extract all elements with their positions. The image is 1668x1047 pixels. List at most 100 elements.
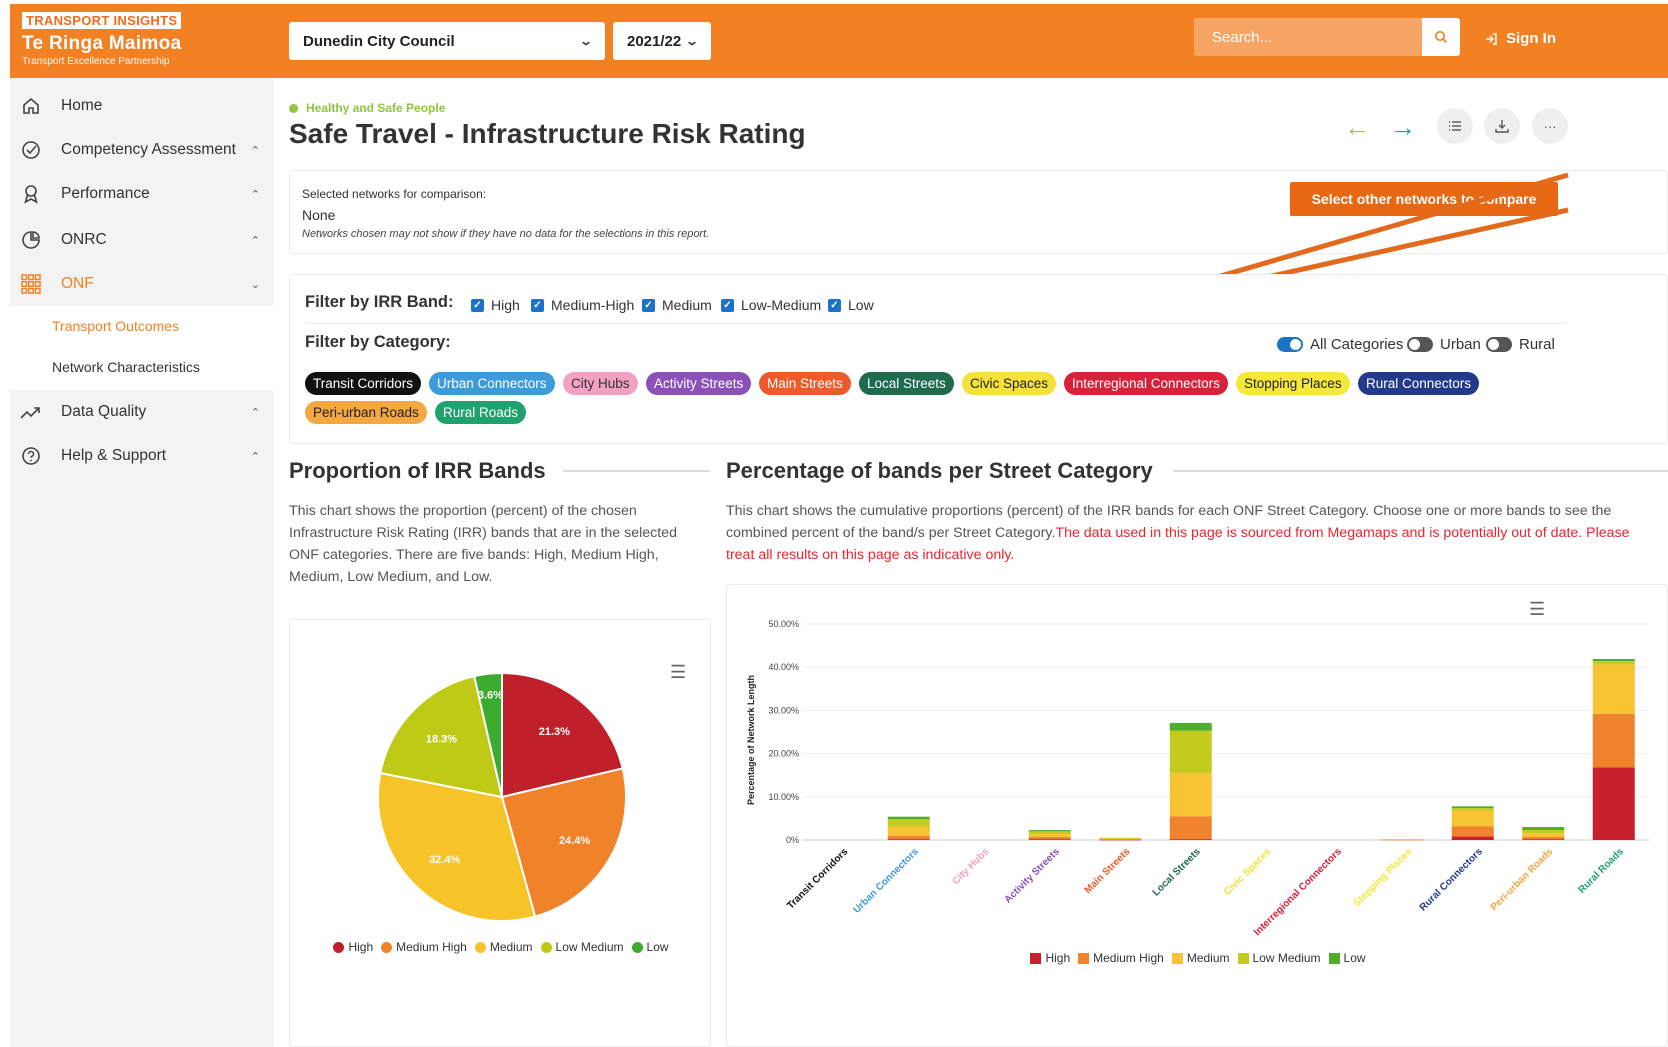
x-tick-label: Transit Corridors xyxy=(785,846,850,911)
bar-segment[interactable] xyxy=(1451,808,1494,811)
bar-segment[interactable] xyxy=(1028,833,1071,837)
legend-item[interactable]: Medium High xyxy=(1078,951,1164,965)
category-chip[interactable]: Transit Corridors xyxy=(305,372,422,395)
sidebar-item-onrc[interactable]: ONRC ⌃ xyxy=(10,218,274,262)
legend-marker xyxy=(381,941,393,953)
legend-item[interactable]: Medium xyxy=(1171,951,1230,965)
bar-segment[interactable] xyxy=(1028,831,1071,834)
bar-segment[interactable] xyxy=(1592,767,1635,840)
legend-item[interactable]: Low xyxy=(1328,951,1366,965)
bar-segment[interactable] xyxy=(887,819,930,827)
category-chip[interactable]: Civic Spaces xyxy=(962,372,1057,395)
sidebar-item-onf[interactable]: ONF ⌄ xyxy=(10,262,274,306)
y-axis-label: Percentage of Network Length xyxy=(746,675,756,805)
comparison-value: None xyxy=(302,207,336,223)
category-chip[interactable]: City Hubs xyxy=(563,372,638,395)
category-chip[interactable]: Main Streets xyxy=(759,372,851,395)
bar-segment[interactable] xyxy=(887,835,930,840)
sidebar-subitem-transport-outcomes[interactable]: Transport Outcomes xyxy=(52,318,179,334)
list-button[interactable] xyxy=(1437,108,1473,144)
bar-segment[interactable] xyxy=(1522,836,1565,840)
bar-segment[interactable] xyxy=(1169,722,1212,731)
bar-segment[interactable] xyxy=(1522,839,1565,840)
bar-segment[interactable] xyxy=(1451,836,1494,840)
checkbox-low[interactable]: ✓ Low xyxy=(828,297,874,313)
category-chip[interactable]: Rural Connectors xyxy=(1358,372,1480,395)
toggle-urban[interactable]: Urban xyxy=(1407,336,1481,353)
more-options-button[interactable]: ··· xyxy=(1532,108,1568,144)
category-chip[interactable]: Peri-urban Roads xyxy=(305,401,427,424)
legend-marker xyxy=(474,941,486,953)
sidebar-subitem-network-characteristics[interactable]: Network Characteristics xyxy=(52,359,200,375)
year-select[interactable]: 2021/22 ⌄ xyxy=(613,22,711,60)
chevron-up-icon: ⌃ xyxy=(250,234,260,247)
bar-segment[interactable] xyxy=(1028,839,1071,840)
next-arrow-button[interactable]: → xyxy=(1390,112,1416,143)
toggle-switch-off xyxy=(1407,337,1433,352)
app-logo[interactable]: TRANSPORT INSIGHTS Te Ringa Maimoa Trans… xyxy=(22,12,182,67)
bar-segment[interactable] xyxy=(1169,730,1212,774)
sidebar-item-label: ONRC xyxy=(61,231,107,248)
bar-segment[interactable] xyxy=(1169,839,1212,840)
bar-segment[interactable] xyxy=(1169,773,1212,817)
legend-item[interactable]: Low xyxy=(631,940,669,954)
bar-segment[interactable] xyxy=(887,816,930,820)
bar-segment[interactable] xyxy=(887,839,930,840)
sidebar-item-home[interactable]: Home xyxy=(10,84,274,128)
sign-in-button[interactable]: Sign In xyxy=(1484,30,1556,47)
toggle-rural[interactable]: Rural xyxy=(1486,336,1555,353)
checkbox-high[interactable]: ✓ High xyxy=(471,297,520,313)
checkbox-medium[interactable]: ✓ Medium xyxy=(642,297,712,313)
category-chip[interactable]: Local Streets xyxy=(859,372,954,395)
checkbox-low-medium[interactable]: ✓ Low-Medium xyxy=(721,297,821,313)
sidebar-item-data-quality[interactable]: Data Quality ⌃ xyxy=(10,390,274,434)
checkbox-checked-icon: ✓ xyxy=(721,298,734,312)
previous-arrow-button[interactable]: ← xyxy=(1344,112,1370,143)
bar-segment[interactable] xyxy=(1451,810,1494,827)
legend-item[interactable]: Medium xyxy=(474,940,533,954)
bar-segment[interactable] xyxy=(1592,658,1635,662)
category-chip[interactable]: Interregional Connectors xyxy=(1064,372,1228,395)
download-button[interactable] xyxy=(1484,108,1520,144)
sidebar-item-performance[interactable]: Performance ⌃ xyxy=(10,172,274,216)
bar-segment[interactable] xyxy=(1592,664,1635,714)
bar-segment[interactable] xyxy=(1592,713,1635,768)
bar-segment[interactable] xyxy=(1099,837,1142,839)
stacked-bar-chart: 0% 10.00% 20.00% 30.00% 40.00% 50.00% Percenta… xyxy=(746,619,1649,938)
breadcrumb[interactable]: Healthy and Safe People xyxy=(289,101,445,115)
legend-item[interactable]: Medium High xyxy=(381,940,467,954)
category-chip[interactable]: Activity Streets xyxy=(646,372,752,395)
sidebar-item-label: Help & Support xyxy=(61,447,167,464)
search-input[interactable] xyxy=(1194,18,1422,56)
sidebar-item-help-support[interactable]: Help & Support ⌃ xyxy=(10,434,274,478)
x-tick-label: Main Streets xyxy=(1083,846,1133,896)
sidebar-item-competency-assessment[interactable]: Competency Assessment ⌃ xyxy=(10,128,274,172)
legend-item[interactable]: Low Medium xyxy=(1237,951,1321,965)
bar-segment[interactable] xyxy=(1451,826,1494,837)
award-icon xyxy=(20,183,42,205)
bar-segment[interactable] xyxy=(1522,830,1565,834)
x-tick-label: Local Streets xyxy=(1151,846,1203,898)
category-chip[interactable]: Urban Connectors xyxy=(429,372,555,395)
category-chip[interactable]: Stopping Places xyxy=(1236,372,1350,395)
category-chip[interactable]: Rural Roads xyxy=(435,401,527,424)
bar-segment[interactable] xyxy=(887,826,930,836)
toggle-switch-off xyxy=(1486,337,1512,352)
legend-item[interactable]: High xyxy=(333,940,373,954)
checkbox-medium-high[interactable]: ✓ Medium-High xyxy=(531,297,634,313)
bar-segment[interactable] xyxy=(1099,839,1142,840)
bar-segment[interactable] xyxy=(1522,833,1565,837)
legend-marker xyxy=(1237,952,1249,964)
bar-segment[interactable] xyxy=(1592,661,1635,665)
bar-segment[interactable] xyxy=(1028,830,1071,832)
bar-segment[interactable] xyxy=(1522,827,1565,831)
search-button[interactable] xyxy=(1422,18,1460,56)
council-select[interactable]: Dunedin City Council ⌄ xyxy=(289,22,605,60)
bar-segment[interactable] xyxy=(1028,836,1071,840)
bar-segment[interactable] xyxy=(1451,806,1494,809)
legend-item[interactable]: High xyxy=(1030,951,1070,965)
bar-segment[interactable] xyxy=(1169,816,1212,840)
legend-item[interactable]: Low Medium xyxy=(540,940,624,954)
bar-segment[interactable] xyxy=(1381,839,1424,840)
toggle-all-categories[interactable]: All Categories xyxy=(1277,336,1403,353)
